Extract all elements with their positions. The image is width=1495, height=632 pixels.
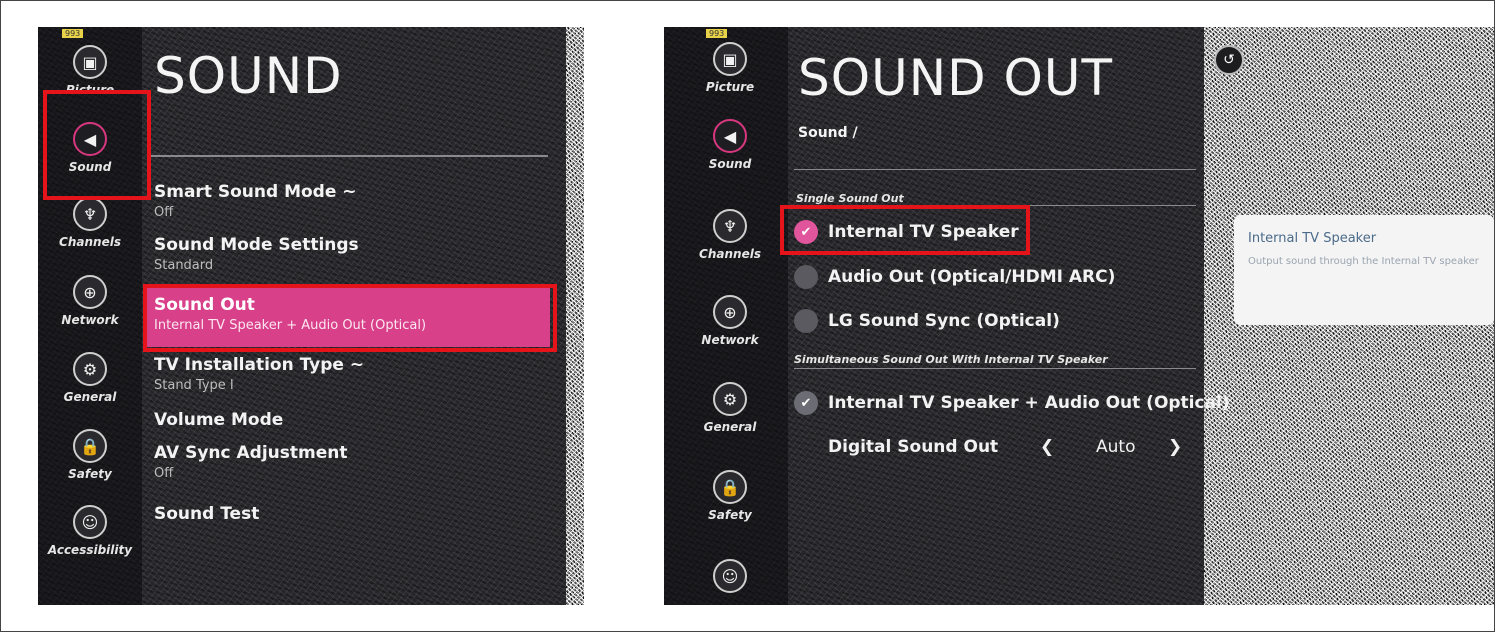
sidebar-item-accessibility[interactable]: ☺: [680, 559, 780, 593]
chevron-left-icon[interactable]: ❮: [1040, 437, 1054, 457]
sidebar-item-general[interactable]: ⚙ General: [680, 382, 780, 434]
menu-item-smart-sound-mode[interactable]: Smart Sound Mode ~ Off: [154, 182, 357, 220]
annotation-box-internal-speaker: [780, 205, 1030, 255]
menu-item-sound-test[interactable]: Sound Test: [154, 504, 259, 524]
help-tooltip: Internal TV Speaker Output sound through…: [1234, 215, 1494, 325]
right-tv-screen: 993 ▣ Picture ◀ Sound ♆ Channels ⊕ Netwo…: [664, 27, 1494, 605]
sidebar-item-picture[interactable]: ▣ Picture: [680, 42, 780, 94]
menu-item-av-sync-adjustment[interactable]: AV Sync Adjustment Off: [154, 443, 347, 481]
sidebar-item-network[interactable]: ⊕ Network: [40, 275, 140, 327]
menu-item-volume-mode[interactable]: Volume Mode: [154, 410, 283, 430]
breadcrumb[interactable]: Sound /: [798, 125, 858, 141]
menu-item-sound-mode-settings[interactable]: Sound Mode Settings Standard: [154, 235, 359, 273]
sticker-tag: 993: [62, 29, 84, 38]
sidebar-item-accessibility[interactable]: ☺ Accessibility: [40, 505, 140, 557]
checkmark-icon: ✔: [794, 391, 818, 415]
digital-sound-out-value: Auto: [1096, 437, 1136, 457]
checkbox-internal-speaker-optical[interactable]: ✔ Internal TV Speaker + Audio Out (Optic…: [794, 391, 1230, 415]
annotation-box-sound-nav: [43, 90, 151, 200]
title-divider: [794, 169, 1196, 170]
section-simultaneous-sound-out: Simultaneous Sound Out With Internal TV …: [794, 353, 1108, 366]
radio-lg-sound-sync[interactable]: LG Sound Sync (Optical): [794, 309, 1060, 333]
annotation-box-sound-out: [143, 284, 557, 352]
static-edge: [566, 27, 584, 605]
picture-icon: ▣: [713, 42, 747, 76]
digital-sound-out-label: Digital Sound Out: [828, 437, 999, 457]
accessibility-icon: ☺: [73, 505, 107, 539]
sidebar-item-channels[interactable]: ♆ Channels: [40, 197, 140, 249]
sticker-tag: 993: [706, 29, 728, 38]
sidebar-item-sound[interactable]: ◀ Sound: [680, 119, 780, 171]
back-icon[interactable]: ↺: [1214, 45, 1244, 75]
lock-icon: 🔒: [713, 470, 747, 504]
radio-audio-out-optical-hdmi[interactable]: Audio Out (Optical/HDMI ARC): [794, 265, 1115, 289]
sidebar-item-general[interactable]: ⚙ General: [40, 352, 140, 404]
menu-item-tv-installation-type[interactable]: TV Installation Type ~ Stand Type I: [154, 355, 364, 393]
wrench-icon: ⚙: [713, 382, 747, 416]
sidebar-item-safety[interactable]: 🔒 Safety: [40, 429, 140, 481]
lock-icon: 🔒: [73, 429, 107, 463]
sidebar-item-channels[interactable]: ♆ Channels: [680, 209, 780, 261]
speaker-icon: ◀: [713, 119, 747, 153]
page-title: SOUND OUT: [798, 49, 1113, 107]
sidebar-item-network[interactable]: ⊕ Network: [680, 295, 780, 347]
radio-unchecked-icon: [794, 265, 818, 289]
radio-unchecked-icon: [794, 309, 818, 333]
sidebar-item-safety[interactable]: 🔒 Safety: [680, 470, 780, 522]
accessibility-icon: ☺: [713, 559, 747, 593]
network-icon: ⊕: [713, 295, 747, 329]
section-single-sound-out: Single Sound Out: [796, 192, 904, 205]
title-divider: [150, 155, 548, 157]
page-title: SOUND: [154, 47, 343, 105]
network-icon: ⊕: [73, 275, 107, 309]
channels-icon: ♆: [713, 209, 747, 243]
channels-icon: ♆: [73, 197, 107, 231]
chevron-right-icon[interactable]: ❯: [1168, 437, 1182, 457]
wrench-icon: ⚙: [73, 352, 107, 386]
section-divider: [794, 368, 1196, 369]
picture-icon: ▣: [73, 45, 107, 79]
